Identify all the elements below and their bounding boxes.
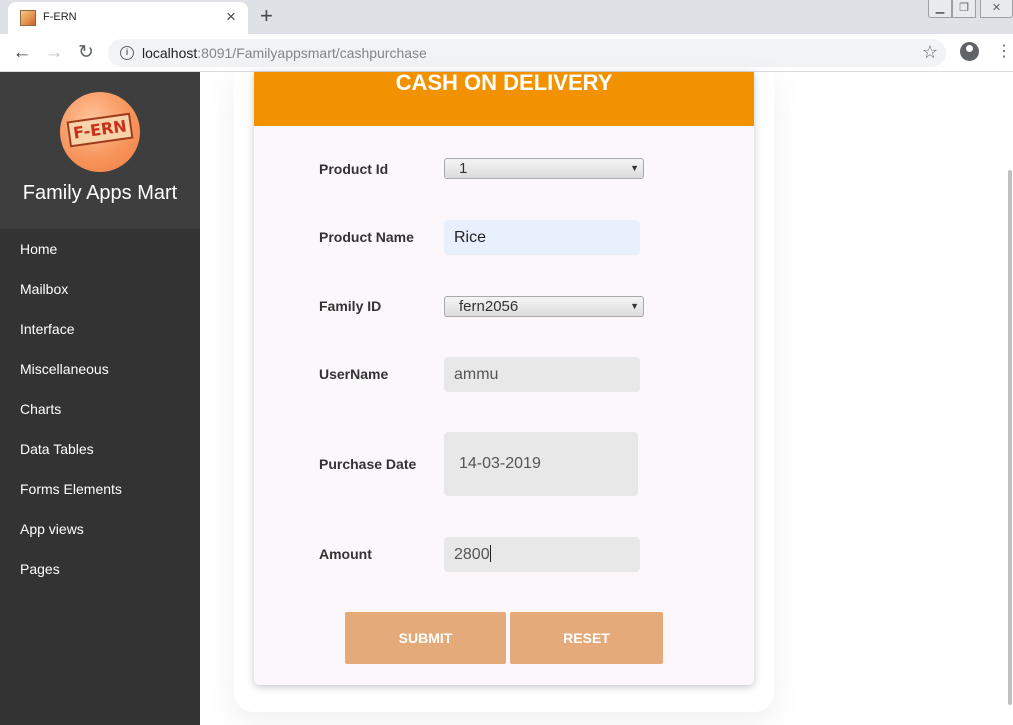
url-host: localhost <box>142 45 198 61</box>
username-label: UserName <box>319 366 389 382</box>
brand-name: Family Apps Mart <box>22 182 178 204</box>
star-icon[interactable]: ☆ <box>922 42 938 63</box>
family-id-select[interactable]: fern2056 ▼ <box>444 296 644 317</box>
browser-tab-bar: F-ERN × + ▁ ❐ ✕ <box>0 0 1013 34</box>
logo: F-ERN <box>60 92 140 172</box>
sidebar-item-interface[interactable]: Interface <box>0 309 200 349</box>
favicon-icon <box>20 10 36 26</box>
product-name-input[interactable]: Rice <box>444 220 640 255</box>
url-text[interactable]: localhost:8091/Familyappsmart/cashpurcha… <box>142 45 427 61</box>
cash-on-delivery-form: CASH ON DELIVERY Product Id 1 ▼ Product … <box>254 72 754 685</box>
reload-icon[interactable]: ↻ <box>74 41 98 65</box>
product-name-label: Product Name <box>319 229 414 245</box>
minimize-window-button[interactable]: ▁ <box>928 0 952 18</box>
product-id-select[interactable]: 1 ▼ <box>444 158 644 179</box>
sidebar-item-home[interactable]: Home <box>0 229 200 269</box>
forward-arrow-icon[interactable]: → <box>42 41 66 65</box>
logo-text: F-ERN <box>66 112 134 148</box>
sidebar-item-pages[interactable]: Pages <box>0 549 200 589</box>
info-icon[interactable]: i <box>120 46 134 60</box>
close-window-button[interactable]: ✕ <box>980 0 1013 18</box>
amount-value: 2800 <box>454 546 490 563</box>
close-tab-icon[interactable]: × <box>226 8 236 26</box>
text-cursor <box>489 545 491 562</box>
amount-label: Amount <box>319 546 372 562</box>
restore-window-button[interactable]: ❐ <box>952 0 976 18</box>
reset-button[interactable]: RESET <box>510 612 663 664</box>
tab-title: F-ERN <box>43 11 77 23</box>
username-input[interactable]: ammu <box>444 357 640 392</box>
sidebar-brand: F-ERN Family Apps Mart <box>0 72 200 229</box>
sidebar-item-forms-elements[interactable]: Forms Elements <box>0 469 200 509</box>
sidebar-item-app-views[interactable]: App views <box>0 509 200 549</box>
url-path: :8091/Familyappsmart/cashpurchase <box>197 45 427 61</box>
form-title: CASH ON DELIVERY <box>395 70 613 95</box>
sidebar-menu: Home Mailbox Interface Miscellaneous Cha… <box>0 229 200 589</box>
sidebar-item-charts[interactable]: Charts <box>0 389 200 429</box>
chevron-down-icon: ▼ <box>630 163 639 173</box>
browser-tab[interactable]: F-ERN × <box>8 2 248 34</box>
scrollbar-thumb[interactable] <box>1008 170 1012 705</box>
sidebar: F-ERN Family Apps Mart Home Mailbox Inte… <box>0 72 200 725</box>
sidebar-item-mailbox[interactable]: Mailbox <box>0 269 200 309</box>
more-menu-icon[interactable]: ⋮ <box>996 42 1012 62</box>
product-id-label: Product Id <box>319 161 389 177</box>
back-arrow-icon[interactable]: ← <box>10 41 34 65</box>
purchase-date-label: Purchase Date <box>319 456 417 472</box>
family-id-label: Family ID <box>319 298 382 314</box>
new-tab-icon[interactable]: + <box>260 4 273 28</box>
form-header: CASH ON DELIVERY <box>254 72 754 126</box>
chevron-down-icon: ▼ <box>630 301 639 311</box>
family-id-value: fern2056 <box>459 298 519 315</box>
account-icon[interactable] <box>960 42 979 61</box>
sidebar-item-miscellaneous[interactable]: Miscellaneous <box>0 349 200 389</box>
submit-button[interactable]: SUBMIT <box>345 612 506 664</box>
sidebar-item-data-tables[interactable]: Data Tables <box>0 429 200 469</box>
product-id-value: 1 <box>459 160 468 177</box>
address-bar[interactable]: i localhost:8091/Familyappsmart/cashpurc… <box>108 39 946 67</box>
browser-toolbar: ← → ↻ i localhost:8091/Familyappsmart/ca… <box>0 34 1013 72</box>
purchase-date-input[interactable]: 14-03-2019 <box>444 432 638 496</box>
amount-input[interactable]: 2800 <box>444 537 640 572</box>
